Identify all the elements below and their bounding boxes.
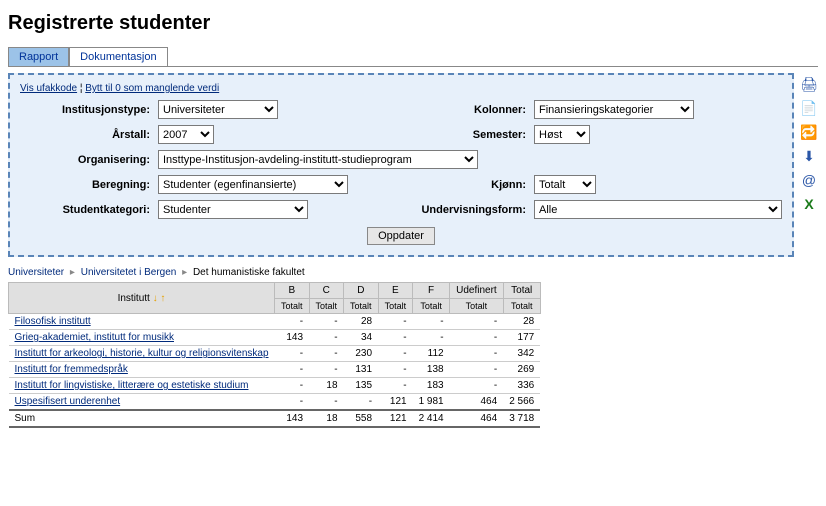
link-bytt-til-0[interactable]: Bytt til 0 som manglende verdi [85, 83, 219, 94]
select-studentkategori[interactable]: Studenter [158, 200, 308, 219]
table-row: Filosofisk institutt--28---28 [9, 314, 541, 330]
col-udef[interactable]: Udefinert [450, 283, 504, 299]
link-vis-ufakkode[interactable]: Vis ufakkode [20, 83, 77, 94]
select-institusjonstype[interactable]: Universiteter [158, 100, 278, 119]
select-beregning[interactable]: Studenter (egenfinansierte) [158, 175, 348, 194]
label-kjonn: Kjønn: [426, 179, 526, 191]
crumb-0[interactable]: Universiteter [8, 267, 64, 278]
label-kolonner: Kolonner: [426, 104, 526, 116]
table-row: Uspesifisert underenhet---1211 9814642 5… [9, 394, 541, 411]
sum-row: Sum143185581212 4144643 718 [9, 410, 541, 427]
table-row: Institutt for fremmedspråk--131-138-269 [9, 362, 541, 378]
select-undervisningsform[interactable]: Alle [534, 200, 782, 219]
row-link[interactable]: Institutt for lingvistiske, litterære og… [15, 380, 249, 391]
col-total[interactable]: Total [503, 283, 540, 299]
crumb-2: Det humanistiske fakultet [193, 267, 305, 278]
select-kolonner[interactable]: Finansieringskategorier [534, 100, 694, 119]
copy-icon[interactable]: 📄 [800, 101, 817, 115]
label-studentkategori: Studentkategori: [20, 204, 150, 216]
col-B[interactable]: B [275, 283, 310, 299]
label-institusjonstype: Institusjonstype: [20, 104, 150, 116]
page-title: Registrerte studenter [8, 12, 818, 35]
col-C[interactable]: C [309, 283, 344, 299]
col-institutt[interactable]: Institutt ↓ ↑ [9, 283, 275, 314]
select-kjonn[interactable]: Totalt [534, 175, 596, 194]
label-organisering: Organisering: [20, 154, 150, 166]
filter-panel: Vis ufakkode ¦ Bytt til 0 som manglende … [8, 73, 794, 257]
print-icon[interactable]: 🖨 [800, 77, 818, 91]
download-icon[interactable]: ⬇ [803, 149, 815, 163]
exchange-icon[interactable]: 🔁 [800, 125, 817, 139]
table-row: Institutt for arkeologi, historie, kultu… [9, 346, 541, 362]
tab-rapport[interactable]: Rapport [8, 47, 69, 66]
excel-icon[interactable]: X [804, 197, 813, 211]
data-table: Institutt ↓ ↑ B C D E F Udefinert Total … [8, 282, 541, 428]
table-row: Institutt for lingvistiske, litterære og… [9, 378, 541, 394]
mail-icon[interactable]: @ [802, 173, 816, 187]
select-arstall[interactable]: 2007 [158, 125, 214, 144]
select-organisering[interactable]: Insttype-Institusjon-avdeling-institutt-… [158, 150, 478, 169]
select-semester[interactable]: Høst [534, 125, 590, 144]
row-link[interactable]: Uspesifisert underenhet [15, 396, 121, 407]
update-button[interactable]: Oppdater [367, 227, 435, 245]
sort-icon[interactable]: ↓ ↑ [153, 293, 166, 304]
label-undervisningsform: Undervisningsform: [396, 204, 526, 216]
icon-rail: 🖨 📄 🔁 ⬇ @ X [800, 73, 818, 257]
crumb-1[interactable]: Universitetet i Bergen [81, 267, 177, 278]
label-beregning: Beregning: [20, 179, 150, 191]
col-F[interactable]: F [413, 283, 450, 299]
breadcrumb: Universiteter ▸ Universitetet i Bergen ▸… [8, 267, 818, 278]
row-link[interactable]: Grieg-akademiet, institutt for musikk [15, 332, 175, 343]
label-arstall: Årstall: [20, 129, 150, 141]
col-D[interactable]: D [344, 283, 379, 299]
label-semester: Semester: [426, 129, 526, 141]
table-row: Grieg-akademiet, institutt for musikk143… [9, 330, 541, 346]
tab-dokumentasjon[interactable]: Dokumentasjon [69, 47, 167, 66]
row-link[interactable]: Institutt for arkeologi, historie, kultu… [15, 348, 269, 359]
toplinks: Vis ufakkode ¦ Bytt til 0 som manglende … [20, 83, 782, 94]
col-E[interactable]: E [378, 283, 413, 299]
row-link[interactable]: Filosofisk institutt [15, 316, 91, 327]
tab-bar: Rapport Dokumentasjon [8, 47, 818, 67]
row-link[interactable]: Institutt for fremmedspråk [15, 364, 128, 375]
